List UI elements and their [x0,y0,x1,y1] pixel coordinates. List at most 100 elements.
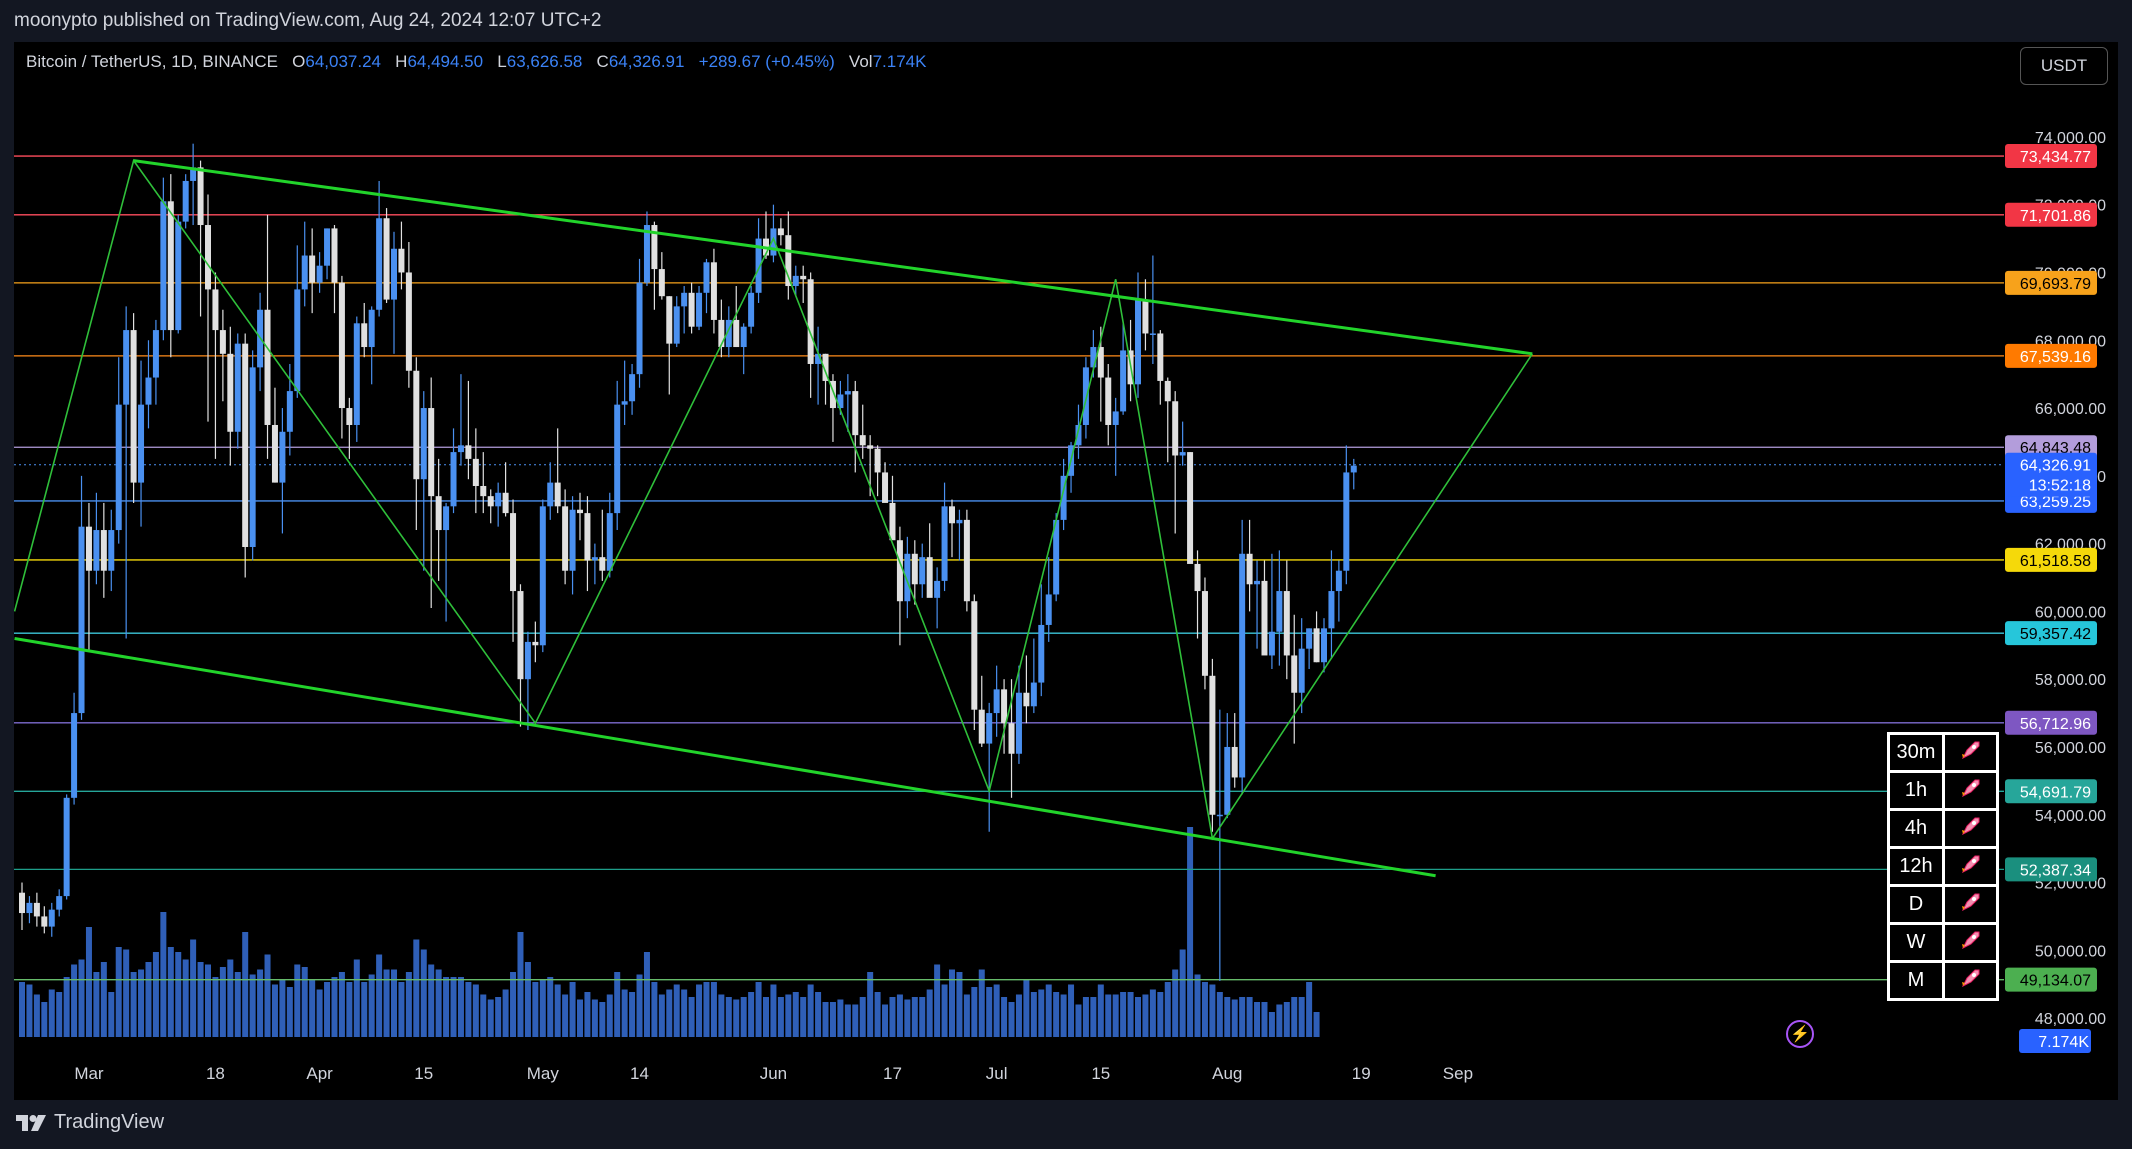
candle-body [539,506,546,646]
volume-bar [286,987,293,1037]
volume-bar [569,982,576,1037]
candle-body [85,526,92,571]
candlestick-chart[interactable]: 48,000.0050,000.0052,000.0054,000.0056,0… [14,42,2118,1100]
volume-bar [63,977,70,1037]
volume-bar [338,972,345,1037]
timeframe-row: D [1887,884,1999,925]
candle-body [108,530,115,571]
candle-body [1231,746,1238,778]
candle-body [696,292,703,327]
volume-bar [562,994,569,1037]
rocket-icon [1942,846,1999,887]
timeframe-row: 30m [1887,732,1999,773]
candle-body [145,377,152,405]
candle-body [78,526,85,714]
candle-body [1164,380,1171,402]
candle-body [1283,591,1290,656]
volume-bar [524,962,531,1037]
timeframe-label: D [1887,884,1945,925]
x-tick-label: Jun [760,1064,787,1083]
volume-bar [1209,984,1216,1037]
candle-body [1097,347,1104,378]
volume-bar [19,982,25,1037]
candle-body [1268,631,1275,656]
volume-bar [1082,997,1089,1037]
x-tick-label: 15 [414,1064,433,1083]
candle-body [1008,723,1015,754]
volume-bar [205,964,211,1037]
candle-body [480,485,487,497]
volume-bar [1149,989,1156,1037]
x-tick-label: Aug [1212,1064,1242,1083]
volume-bar [904,999,911,1037]
candle-body [748,292,755,327]
candle-body [33,902,40,917]
volume-bar [993,984,1000,1037]
volume-bar [1060,994,1067,1037]
volume-bar [1164,982,1171,1037]
candle-body [1001,689,1008,724]
candle-body [1350,465,1357,473]
volume-bar [85,927,92,1037]
volume-bar [1187,827,1194,1037]
volume-bar [956,972,963,1037]
candle-body [309,255,316,283]
volume-bar [301,967,308,1037]
volume-bar [123,949,130,1037]
y-tick-label: 48,000.00 [2035,1011,2106,1028]
volume-bar [1246,997,1253,1037]
tradingview-logo[interactable]: TradingView [16,1111,164,1134]
volume-bar [100,962,107,1037]
candle-body [167,201,174,331]
candle-body [673,306,680,344]
candle-body [1023,692,1030,707]
price-level-label: 67,539.16 [2020,349,2091,366]
volume-bar [264,954,271,1037]
candle-body [286,391,293,432]
volume-bar [896,994,903,1037]
timeframe-row: 4h [1887,808,1999,849]
currency-button[interactable]: USDT [2020,47,2108,85]
lightning-icon[interactable]: ⚡ [1786,1020,1814,1048]
volume-bar [41,1002,48,1037]
candle-body [1276,591,1283,632]
volume-bar [353,959,360,1037]
volume-bar [279,979,286,1037]
candle-body [1149,333,1156,335]
price-level-label: 56,712.96 [2020,716,2091,733]
timeframe-row: M [1887,960,1999,1001]
rocket-icon [1942,960,1999,1001]
volume-bar [777,997,784,1037]
open-label: O [292,52,306,71]
tv-logo-icon [16,1114,46,1131]
volume-bar [294,964,301,1037]
candle-body [926,557,933,598]
candle-body [643,225,650,283]
candle-body [115,404,122,531]
candle-body [777,228,784,236]
timeframe-label: 30m [1887,732,1945,773]
volume-bar [710,982,717,1037]
candle-body [41,916,48,927]
candle-body [919,557,926,585]
volume-bar [725,997,732,1037]
candle-body [160,201,167,331]
tradingview-brand: TradingView [54,1111,165,1133]
candle-body [435,496,442,531]
price-level-label: 73,434.77 [2020,149,2091,166]
channel-trendline[interactable] [14,637,1436,878]
timeframe-label: 4h [1887,808,1945,849]
candle-body [1224,746,1231,815]
chart-area[interactable]: 48,000.00 50,000.00 52,000.00 54,000.00 56,0… [14,42,2118,1100]
volume-bar [242,932,249,1037]
volume-bar [792,992,799,1037]
candle-body [368,309,375,348]
candle-body [450,452,457,507]
candle-body [688,292,695,327]
volume-bar [688,997,695,1037]
volume-bar [911,997,918,1037]
volume-bar [160,912,167,1037]
candle-body [599,557,606,571]
candle-body [502,492,509,514]
volume-bar [450,977,457,1037]
